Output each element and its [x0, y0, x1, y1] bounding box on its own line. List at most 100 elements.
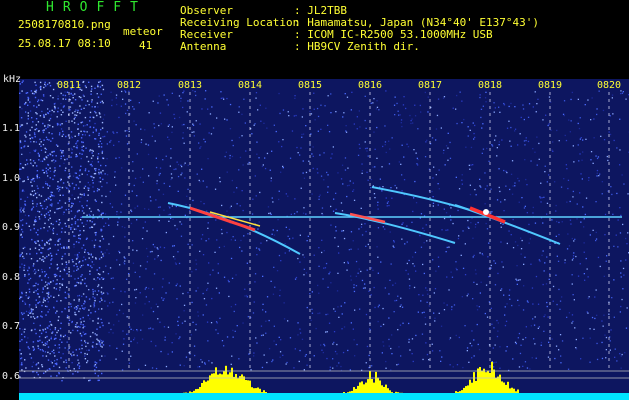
- noise-pixel: [118, 250, 120, 253]
- noise-pixel: [101, 173, 103, 176]
- noise-pixel: [332, 146, 334, 148]
- level-base: [589, 393, 591, 400]
- noise-pixel: [29, 277, 32, 280]
- level-base: [167, 393, 169, 400]
- noise-pixel: [382, 341, 384, 343]
- noise-pixel: [20, 168, 22, 170]
- level-base: [281, 393, 283, 400]
- noise-pixel: [102, 217, 104, 220]
- noise-pixel: [385, 197, 387, 199]
- level-bar: [357, 385, 359, 393]
- noise-pixel: [61, 150, 63, 152]
- noise-pixel: [612, 113, 614, 115]
- noise-pixel: [101, 299, 103, 301]
- noise-pixel: [54, 273, 57, 276]
- noise-pixel: [107, 273, 110, 275]
- noise-pixel: [102, 212, 104, 214]
- noise-pixel: [195, 329, 197, 331]
- y-tick-label: 0.7: [2, 321, 21, 332]
- noise-pixel: [61, 311, 63, 313]
- noise-pixel: [88, 170, 90, 172]
- level-base: [579, 393, 581, 400]
- noise-pixel: [165, 231, 167, 234]
- noise-pixel: [573, 161, 575, 163]
- noise-pixel: [126, 278, 128, 280]
- noise-pixel: [88, 104, 90, 106]
- noise-pixel: [76, 269, 78, 271]
- noise-pixel: [39, 301, 41, 303]
- noise-pixel: [313, 254, 315, 256]
- noise-pixel: [521, 197, 523, 199]
- noise-pixel: [148, 112, 150, 114]
- noise-pixel: [59, 124, 62, 126]
- noise-pixel: [384, 287, 386, 289]
- level-bar: [481, 370, 483, 393]
- noise-pixel: [38, 249, 40, 251]
- noise-pixel: [305, 171, 308, 174]
- noise-pixel: [37, 288, 39, 290]
- level-base: [547, 393, 549, 400]
- noise-pixel: [140, 141, 142, 144]
- noise-pixel: [25, 222, 28, 225]
- noise-pixel: [269, 212, 271, 214]
- noise-pixel: [77, 109, 79, 112]
- noise-pixel: [525, 337, 527, 339]
- noise-pixel: [559, 334, 562, 336]
- noise-pixel: [81, 121, 84, 123]
- noise-pixel: [53, 105, 56, 108]
- noise-pixel: [337, 245, 339, 248]
- noise-pixel: [57, 208, 59, 210]
- noise-pixel: [88, 187, 90, 189]
- noise-pixel: [154, 140, 156, 142]
- noise-pixel: [478, 306, 480, 308]
- noise-pixel: [299, 154, 301, 156]
- noise-pixel: [340, 202, 343, 204]
- noise-pixel: [204, 362, 206, 364]
- noise-pixel: [263, 354, 265, 356]
- noise-pixel: [578, 127, 581, 130]
- noise-pixel: [502, 266, 504, 268]
- noise-pixel: [58, 372, 60, 374]
- noise-pixel: [193, 131, 195, 133]
- noise-pixel: [525, 139, 527, 142]
- noise-pixel: [92, 293, 94, 295]
- noise-pixel: [524, 205, 526, 207]
- noise-pixel: [44, 271, 46, 273]
- noise-pixel: [514, 182, 516, 184]
- noise-pixel: [113, 324, 115, 326]
- noise-pixel: [19, 141, 22, 144]
- noise-pixel: [182, 292, 184, 295]
- noise-pixel: [79, 201, 81, 203]
- level-bar: [509, 388, 511, 393]
- noise-pixel: [145, 143, 147, 145]
- noise-pixel: [455, 108, 457, 110]
- noise-pixel: [55, 253, 58, 255]
- level-base: [85, 393, 87, 400]
- noise-pixel: [327, 191, 329, 193]
- noise-pixel: [83, 325, 85, 328]
- noise-pixel: [385, 151, 387, 154]
- noise-pixel: [343, 112, 345, 114]
- noise-pixel: [514, 130, 516, 132]
- noise-pixel: [581, 159, 583, 161]
- noise-pixel: [525, 137, 527, 139]
- noise-pixel: [420, 213, 423, 215]
- noise-pixel: [406, 241, 408, 243]
- noise-pixel: [443, 302, 445, 304]
- noise-pixel: [335, 208, 337, 210]
- level-bar: [249, 380, 251, 393]
- level-bar: [193, 390, 195, 393]
- noise-pixel: [596, 314, 598, 316]
- noise-pixel: [434, 317, 436, 319]
- noise-pixel: [554, 357, 556, 360]
- noise-pixel: [32, 165, 34, 167]
- noise-pixel: [256, 254, 258, 256]
- noise-pixel: [48, 339, 50, 341]
- noise-pixel: [564, 259, 566, 261]
- noise-pixel: [496, 335, 499, 338]
- noise-pixel: [28, 266, 30, 268]
- noise-pixel: [315, 327, 317, 330]
- noise-pixel: [74, 221, 77, 223]
- noise-pixel: [381, 166, 383, 168]
- noise-pixel: [481, 127, 483, 129]
